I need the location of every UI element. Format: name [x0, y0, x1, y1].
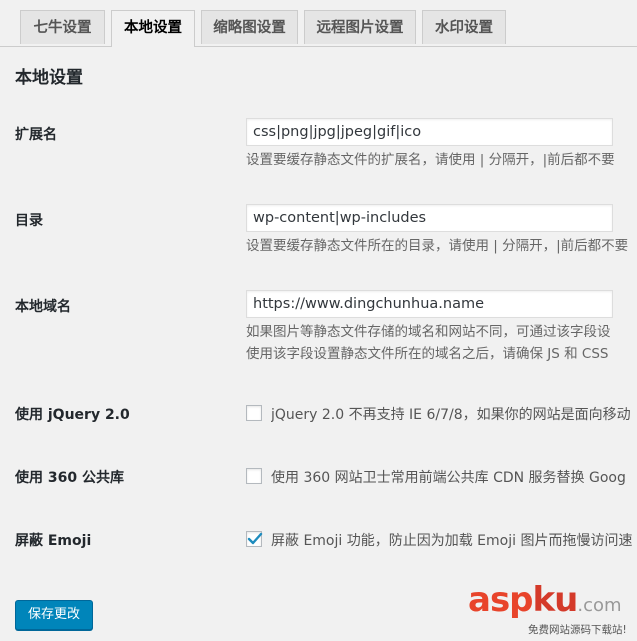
directories-input[interactable]	[246, 204, 613, 232]
local-domain-description-line2: 使用该字段设置静态文件所在的域名之后，请确保 JS 和 CSS	[246, 346, 609, 362]
extensions-label: 扩展名	[15, 127, 57, 143]
local-domain-description-line1: 如果图片等静态文件存储的域名和网站不同，可通过该字段设	[246, 324, 611, 340]
tab-remote-image[interactable]: 远程图片设置	[304, 10, 416, 44]
jquery-checkbox[interactable]	[246, 405, 262, 421]
emoji-checkbox[interactable]	[246, 531, 263, 547]
watermark-tagline: 免费网站源码下载站!	[528, 624, 627, 636]
cdn360-option-text: 使用 360 网站卫士常用前端公共库 CDN 服务替换 Goog	[271, 470, 626, 486]
emoji-option-text: 屏蔽 Emoji 功能，防止因为加载 Emoji 图片而拖慢访问速	[271, 533, 633, 549]
aspku-watermark-logo: aspku.com 免费网站源码下载站!	[468, 580, 637, 641]
settings-tabs: 七牛设置 本地设置 缩略图设置 远程图片设置 水印设置	[0, 0, 637, 47]
checkmark-icon	[247, 532, 263, 545]
local-domain-input[interactable]	[246, 290, 613, 318]
save-button[interactable]: 保存更改	[15, 600, 93, 630]
directories-label: 目录	[15, 213, 43, 229]
watermark-asp-text: asp	[468, 580, 534, 620]
watermark-ku-text: ku	[532, 580, 579, 620]
cdn360-label: 使用 360 公共库	[15, 470, 124, 486]
page-title: 本地设置	[15, 68, 83, 88]
tab-watermark[interactable]: 水印设置	[422, 10, 506, 44]
extensions-description: 设置要缓存静态文件的扩展名，请使用 | 分隔开，|前后都不要	[246, 152, 615, 168]
tab-qiniu[interactable]: 七牛设置	[20, 10, 105, 44]
extensions-input[interactable]	[246, 118, 613, 146]
watermark-com-text: .com	[577, 595, 622, 616]
jquery-label: 使用 jQuery 2.0	[15, 407, 130, 423]
tab-thumbnail[interactable]: 缩略图设置	[201, 10, 298, 44]
jquery-option-text: jQuery 2.0 不再支持 IE 6/7/8，如果你的网站是面向移动	[271, 407, 631, 423]
cdn360-checkbox[interactable]	[246, 468, 262, 484]
local-domain-label: 本地域名	[15, 299, 71, 315]
directories-description: 设置要缓存静态文件所在的目录，请使用 | 分隔开，|前后都不要	[246, 238, 629, 254]
tab-local[interactable]: 本地设置	[111, 10, 195, 47]
emoji-label: 屏蔽 Emoji	[15, 533, 92, 549]
